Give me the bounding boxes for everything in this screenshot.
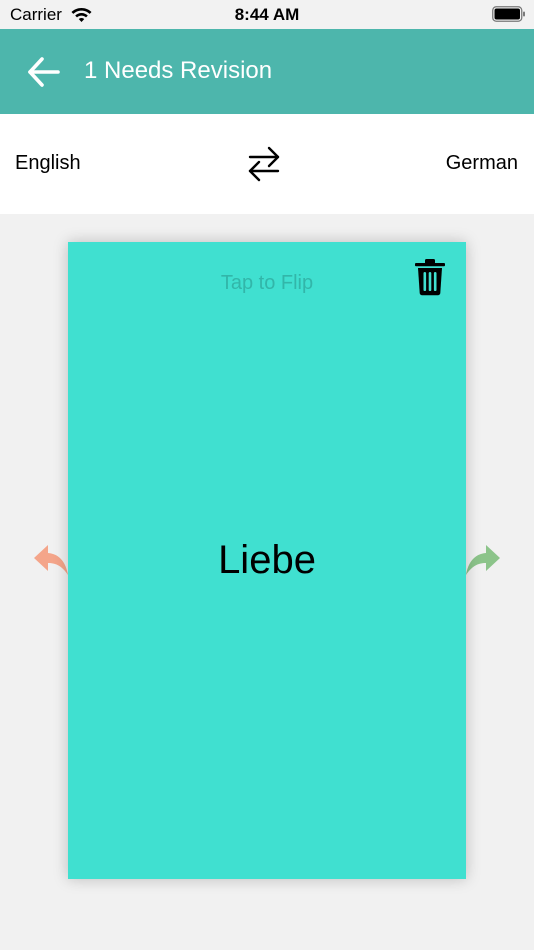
- forward-arrow-icon[interactable]: [464, 543, 502, 579]
- language-bar: English German: [0, 114, 534, 214]
- battery-icon: [492, 6, 525, 22]
- nav-bar: 1 Needs Revision: [0, 29, 534, 114]
- back-arrow-icon[interactable]: [24, 53, 64, 91]
- target-language-label[interactable]: German: [446, 152, 518, 175]
- reply-arrow-icon[interactable]: [32, 543, 70, 579]
- page-title: 1 Needs Revision: [84, 57, 273, 84]
- source-language-label[interactable]: English: [15, 152, 81, 175]
- status-time: 8:44 AM: [234, 5, 300, 24]
- card-word: Liebe: [218, 538, 316, 582]
- status-bar: Carrier 8:44 AM: [0, 0, 534, 29]
- screen: Carrier 8:44 AM 1 Needs Revision English: [0, 0, 534, 950]
- swap-arrows-icon[interactable]: [244, 143, 284, 185]
- trash-icon[interactable]: [414, 258, 446, 296]
- flashcard[interactable]: Tap to Flip Liebe: [68, 242, 466, 879]
- tap-to-flip-hint: Tap to Flip: [220, 272, 314, 294]
